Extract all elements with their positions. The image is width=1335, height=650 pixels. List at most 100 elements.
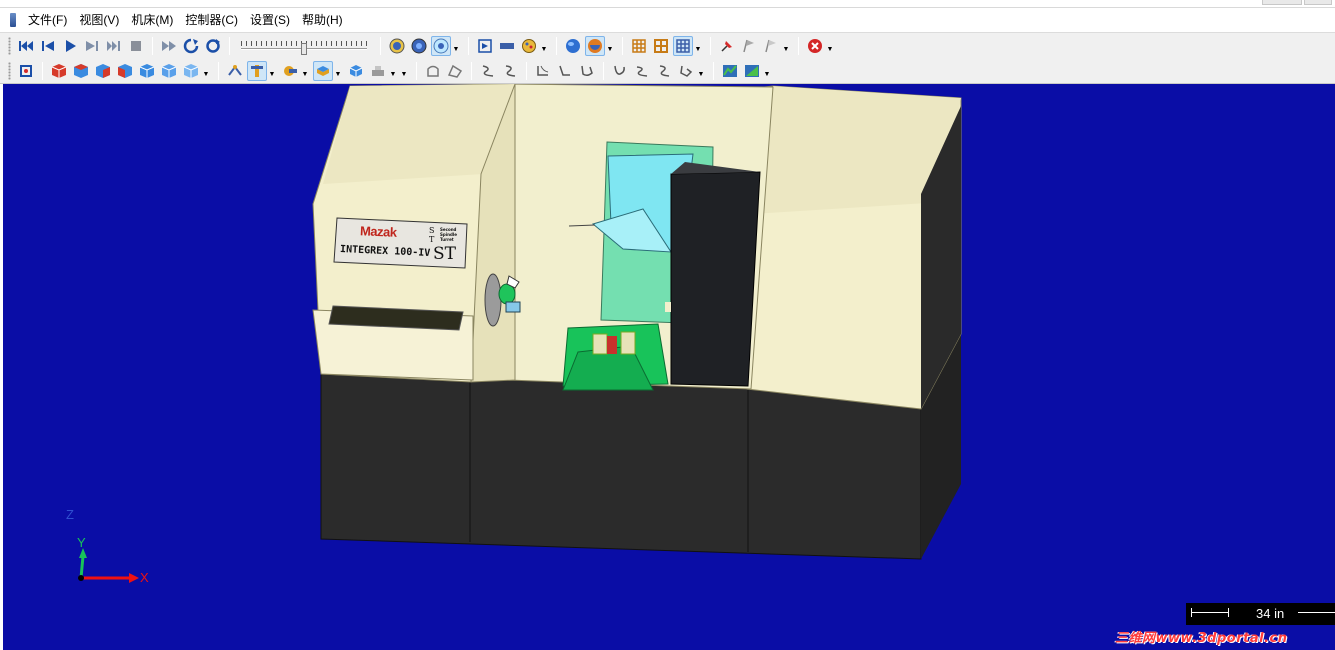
skip-forward-icon[interactable]	[159, 36, 179, 56]
fixture-icon[interactable]	[368, 61, 388, 81]
menu-bar: 文件(F) 视图(V) 机床(M) 控制器(C) 设置(S) 帮助(H)	[0, 8, 1335, 31]
y-axis-label: Y	[77, 535, 86, 550]
step-forward-icon[interactable]	[82, 36, 102, 56]
curve-b-icon[interactable]	[500, 61, 520, 81]
sliding-door	[670, 171, 761, 387]
cube-back-icon[interactable]	[159, 61, 179, 81]
step-back-icon[interactable]	[38, 36, 58, 56]
chart-b-icon[interactable]	[742, 61, 762, 81]
tool-path-icon[interactable]	[225, 61, 245, 81]
machine-model	[312, 84, 962, 560]
view-globe-icon[interactable]	[409, 36, 429, 56]
spindle-icon[interactable]	[280, 61, 300, 81]
view-gauge-icon[interactable]	[387, 36, 407, 56]
chevron-down-icon[interactable]: ▼	[268, 61, 276, 81]
toolbar-separator	[468, 36, 469, 55]
chuck-face	[484, 273, 502, 327]
chevron-down-icon[interactable]: ▼	[540, 36, 548, 56]
menu-settings[interactable]: 设置(S)	[244, 9, 296, 31]
shape-b-icon[interactable]	[445, 61, 465, 81]
simulation-viewport[interactable]: Mazak INTEGREX 100-IV S T Second Spindle…	[3, 84, 1335, 650]
curve-h-icon[interactable]	[654, 61, 674, 81]
chevron-down-icon[interactable]: ▼	[694, 36, 702, 56]
maximize-button[interactable]	[1262, 0, 1302, 5]
menu-view[interactable]: 视图(V)	[73, 9, 125, 31]
toolbar-grip[interactable]	[8, 61, 11, 80]
curve-e-icon[interactable]	[577, 61, 597, 81]
toolbar-separator	[380, 36, 381, 55]
curve-f-icon[interactable]	[610, 61, 630, 81]
chevron-down-icon[interactable]: ▼	[763, 61, 771, 81]
workpiece-icon[interactable]	[313, 60, 333, 81]
menu-controller[interactable]: 控制器(C)	[179, 9, 244, 31]
close-window-button[interactable]	[1304, 0, 1332, 5]
flag-icon[interactable]	[739, 36, 759, 56]
turret-tool	[592, 333, 608, 355]
chevron-down-icon[interactable]: ▼	[334, 61, 342, 81]
scale-bar: 34 in	[1186, 603, 1335, 625]
speed-slider[interactable]	[241, 36, 367, 56]
cube-front-icon[interactable]	[49, 61, 69, 81]
sphere-icon[interactable]	[563, 36, 583, 56]
toolbar-separator	[798, 36, 799, 55]
curve-c-icon[interactable]	[533, 61, 553, 81]
x-axis-arrow	[129, 573, 139, 583]
scale-label: 34 in	[1256, 606, 1285, 621]
grid-c-icon[interactable]	[673, 35, 693, 56]
chevron-down-icon[interactable]: ▼	[782, 36, 790, 56]
app-icon	[10, 12, 16, 27]
rewind-to-start-icon[interactable]	[16, 36, 36, 56]
chevron-down-icon[interactable]: ▼	[606, 36, 614, 56]
chevron-down-icon[interactable]: ▼	[826, 36, 834, 56]
curve-g-icon[interactable]	[632, 61, 652, 81]
plate-letter-t: T	[429, 235, 435, 244]
toolbar-grip[interactable]	[8, 36, 11, 55]
chevron-down-icon[interactable]: ▼	[697, 61, 705, 81]
shaded-sphere-icon[interactable]	[585, 35, 605, 56]
close-circle-icon[interactable]	[805, 36, 825, 56]
cube-right-icon[interactable]	[93, 61, 113, 81]
shape-a-icon[interactable]	[423, 61, 443, 81]
fit-view-icon[interactable]	[16, 61, 36, 81]
cube-iso-icon[interactable]	[137, 61, 157, 81]
chevron-down-icon[interactable]: ▼	[400, 61, 408, 81]
chevron-down-icon[interactable]: ▼	[389, 61, 397, 81]
palette-icon[interactable]	[519, 36, 539, 56]
ruler-icon[interactable]	[497, 36, 517, 56]
chevron-down-icon[interactable]: ▼	[301, 61, 309, 81]
toolbar-separator	[622, 36, 623, 55]
fast-forward-icon[interactable]	[104, 36, 124, 56]
chart-a-icon[interactable]	[720, 61, 740, 81]
slider-thumb[interactable]	[301, 42, 307, 55]
curve-i-icon[interactable]	[676, 61, 696, 81]
tool-holder-icon[interactable]	[247, 60, 267, 81]
chevron-down-icon[interactable]: ▼	[452, 36, 460, 56]
view-panel-icon[interactable]	[431, 35, 451, 56]
pin-icon[interactable]	[717, 36, 737, 56]
window-title-strip	[0, 0, 1335, 8]
stop-icon[interactable]	[126, 36, 146, 56]
toolbar-separator	[713, 61, 714, 80]
menu-help[interactable]: 帮助(H)	[296, 9, 349, 31]
z-axis-label: Z	[66, 507, 74, 522]
simulation-toolbar: ▼ ▼ ▼ ▼ ▼ ▼	[0, 32, 1335, 58]
rotate-icon[interactable]	[181, 36, 201, 56]
cube-top-icon[interactable]	[71, 61, 91, 81]
cycle-icon[interactable]	[203, 36, 223, 56]
scale-bar-line	[1298, 612, 1335, 613]
chevron-down-icon[interactable]: ▼	[202, 61, 210, 81]
grid-b-icon[interactable]	[651, 36, 671, 56]
curve-a-icon[interactable]	[478, 61, 498, 81]
stock-icon[interactable]	[346, 61, 366, 81]
flag-outline-icon[interactable]	[761, 36, 781, 56]
site-credit: 三维网www.3dportal.cn	[1115, 631, 1288, 646]
grid-a-icon[interactable]	[629, 36, 649, 56]
curve-d-icon[interactable]	[555, 61, 575, 81]
frame-select-icon[interactable]	[475, 36, 495, 56]
menu-file[interactable]: 文件(F)	[22, 9, 73, 31]
toolbar-separator	[471, 61, 472, 80]
cube-bottom-icon[interactable]	[181, 61, 201, 81]
menu-machine[interactable]: 机床(M)	[125, 9, 179, 31]
play-icon[interactable]	[60, 36, 80, 56]
cube-left-icon[interactable]	[115, 61, 135, 81]
